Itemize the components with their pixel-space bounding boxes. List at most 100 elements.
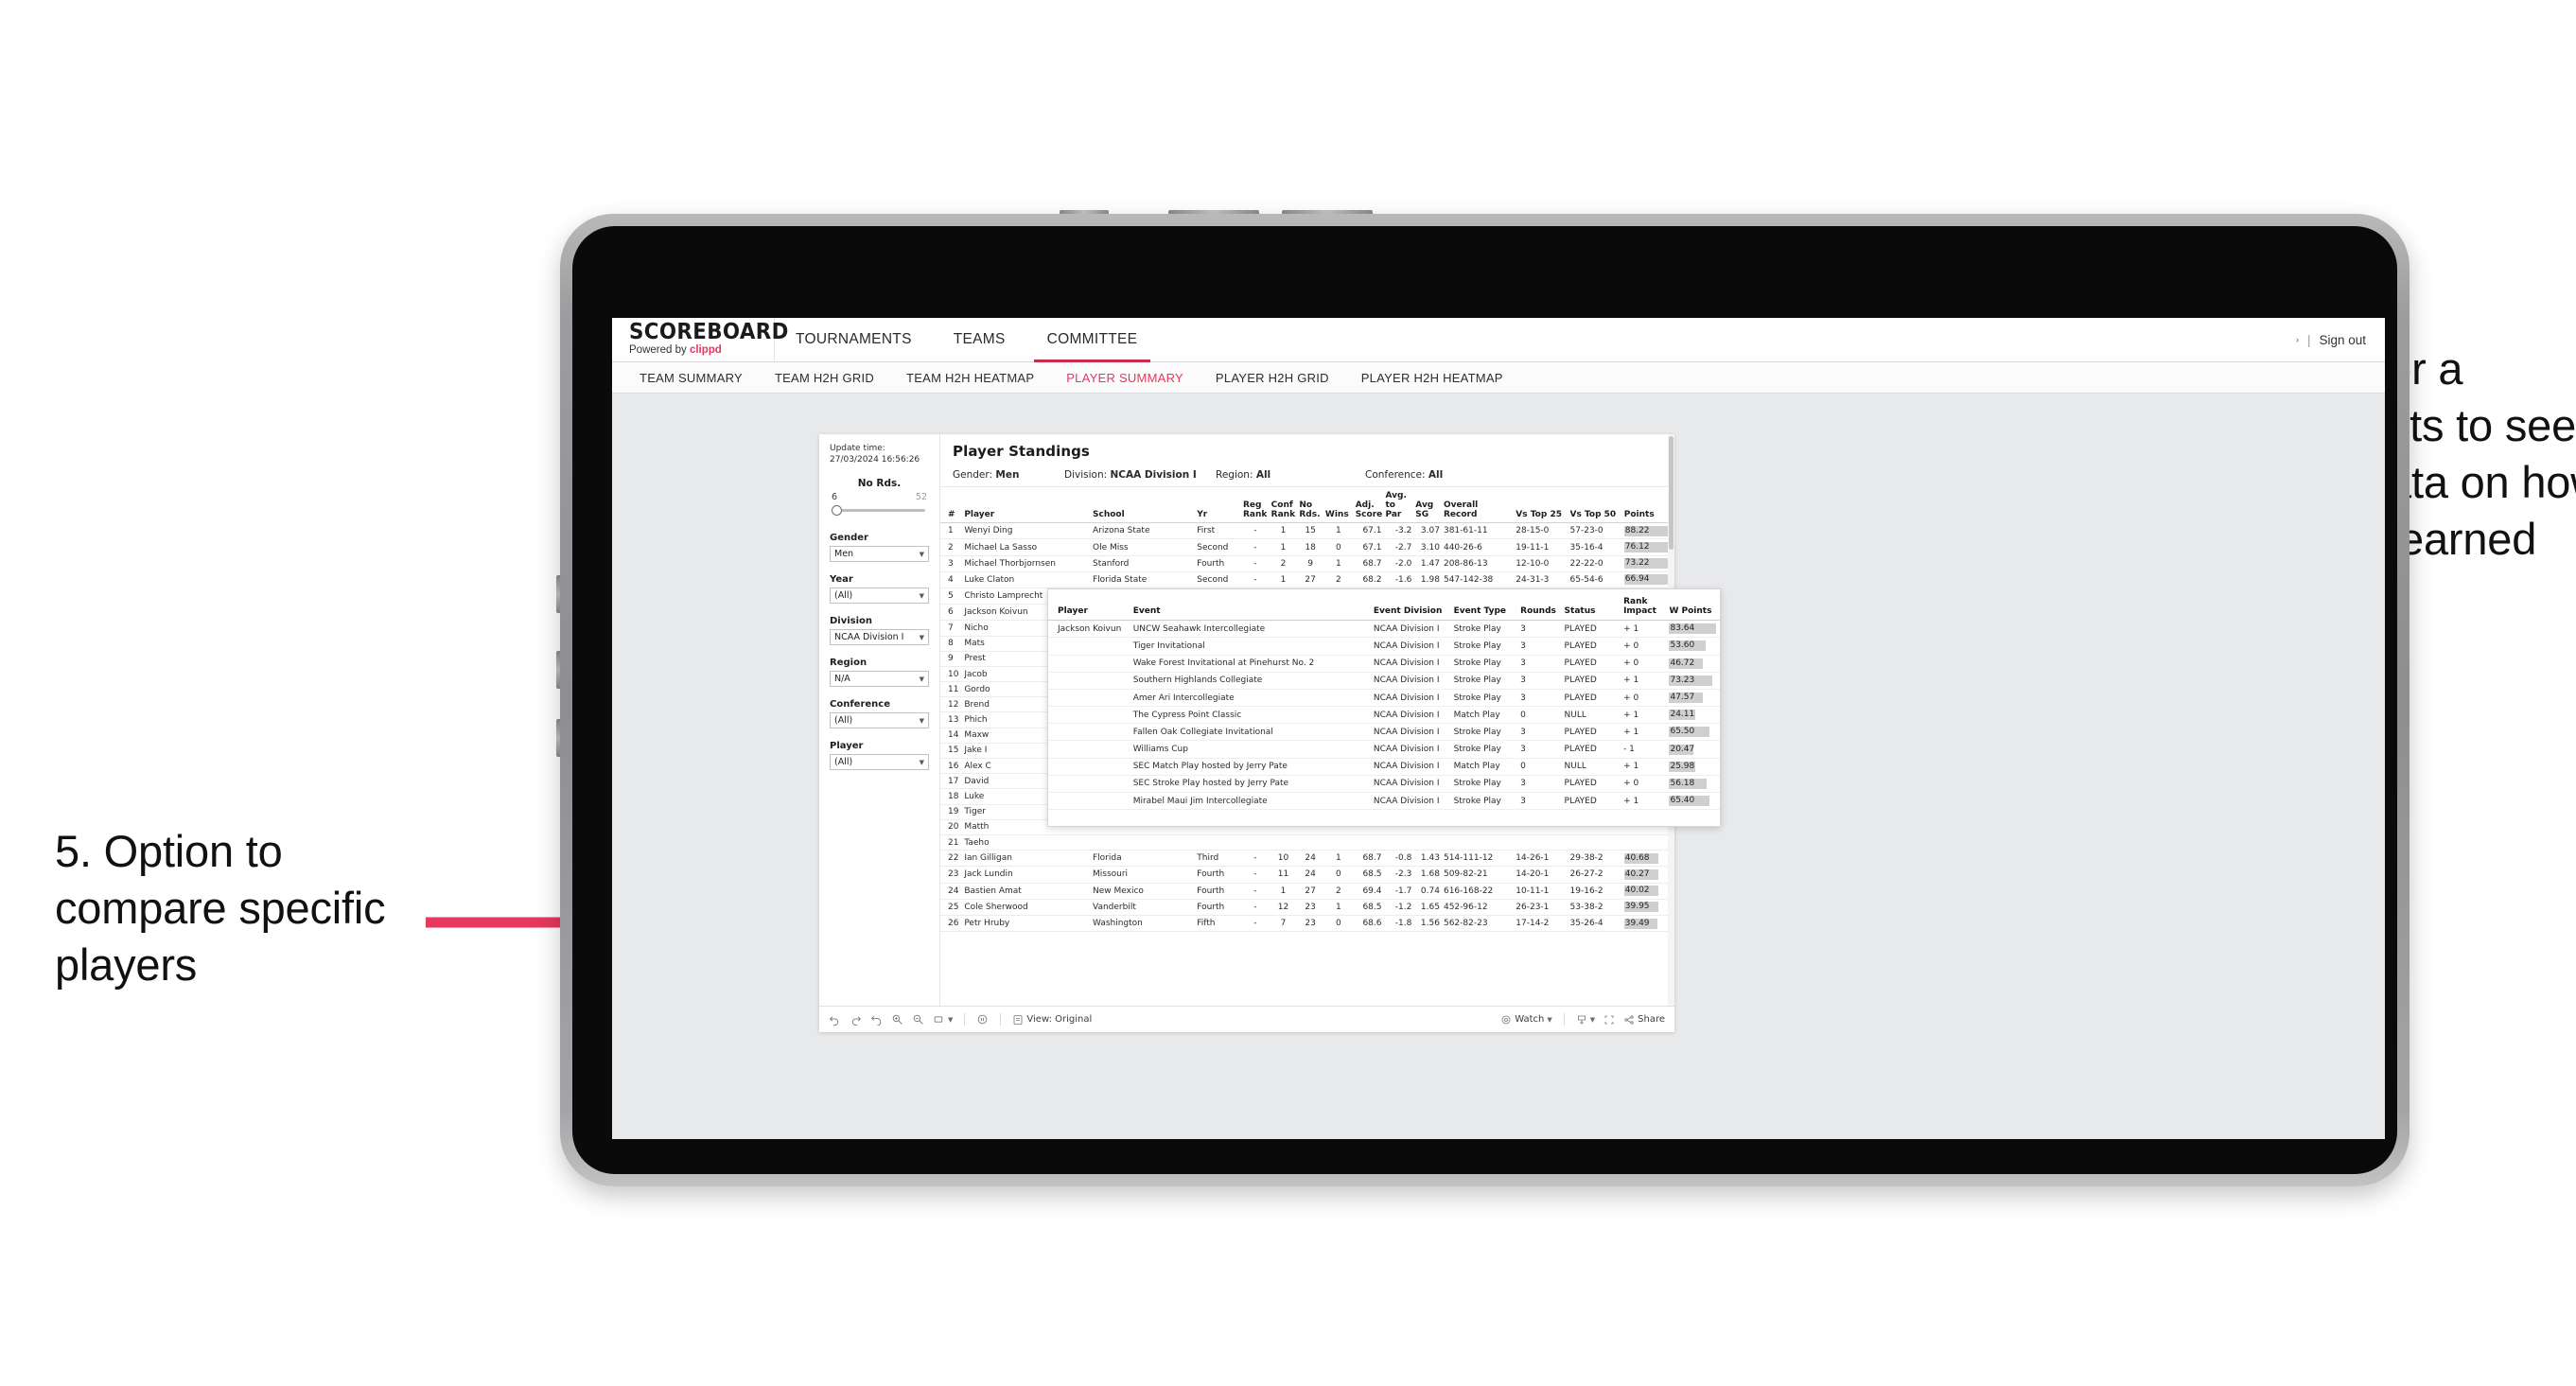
table-row[interactable]: 22 Ian Gilligan Florida Third -10 24 1 68.7 -0.8…: [940, 850, 1674, 868]
cell-points[interactable]: 88.22: [1621, 522, 1674, 540]
filter-year-label: Year: [830, 574, 853, 586]
tt-cell-status: PLAYED: [1561, 689, 1621, 708]
tt-th-event-type: Event Type: [1450, 589, 1518, 622]
th-rank[interactable]: #: [940, 487, 963, 524]
table-row[interactable]: 23 Jack Lundin Missouri Fourth -11 24 0 68.5 -2.…: [940, 866, 1674, 884]
points-value: 40.27: [1624, 868, 1650, 879]
undo-icon[interactable]: [829, 1013, 841, 1026]
brand-logo[interactable]: SCOREBOARD Powered by clippd: [612, 318, 788, 361]
table-row[interactable]: 4 Luke Claton Florida State Second -1 27 2 68.2…: [940, 571, 1674, 588]
cell-points[interactable]: 40.02: [1621, 883, 1674, 900]
share-button[interactable]: Share: [1623, 1014, 1665, 1026]
filter-conference[interactable]: Conference (All) ▼: [830, 699, 929, 729]
w-points-bar-wrap: 20.47: [1669, 744, 1712, 755]
table-row[interactable]: 1 Wenyi Ding Arizona State First -1 15 1 67.1 -3…: [940, 522, 1674, 540]
tt-cell-w-points: 46.72: [1666, 655, 1720, 673]
th-reg-rank[interactable]: Reg Rank: [1241, 487, 1270, 524]
pause-refresh-icon[interactable]: [976, 1013, 989, 1026]
zoom-out-icon[interactable]: [912, 1013, 924, 1026]
cell-points[interactable]: 73.22: [1621, 555, 1674, 572]
th-school[interactable]: School: [1091, 487, 1196, 524]
filter-division[interactable]: Division NCAA Division I ▼: [830, 616, 929, 646]
tt-cell-rounds: 3: [1517, 620, 1562, 639]
w-points-value: 25.98: [1670, 761, 1695, 771]
no-rounds-slider[interactable]: No Rds. 6 52: [830, 478, 929, 517]
nav-item-tournaments[interactable]: TOURNAMENTS: [775, 318, 933, 361]
w-points-bar-wrap: 65.50: [1669, 727, 1712, 738]
filter-year[interactable]: Year (All) ▼: [830, 574, 929, 605]
th-player[interactable]: Player: [962, 487, 1091, 524]
tab-team-summary[interactable]: TEAM SUMMARY: [623, 371, 759, 385]
tab-player-summary[interactable]: PLAYER SUMMARY: [1050, 371, 1200, 385]
th-wins[interactable]: Wins: [1323, 487, 1354, 524]
table-row[interactable]: 26 Petr Hruby Washington Fifth -7 23 0 68.6 -1.8…: [940, 915, 1674, 933]
slider-handle[interactable]: [832, 505, 842, 517]
table-row[interactable]: 3 Michael Thorbjornsen Stanford Fourth -2 9 1 6…: [940, 555, 1674, 572]
table-row[interactable]: 24 Bastien Amat New Mexico Fourth -1 27 2 69.4-…: [940, 883, 1674, 900]
cell-points[interactable]: 66.94: [1621, 571, 1674, 588]
tt-cell-rounds: 3: [1517, 723, 1562, 742]
cell-school: Florida: [1091, 850, 1196, 868]
tab-player-h2h-grid[interactable]: PLAYER H2H GRID: [1200, 371, 1345, 385]
cell-points[interactable]: 76.12: [1621, 538, 1674, 556]
scrollbar-thumb[interactable]: [1669, 436, 1674, 550]
pan-tool-icon[interactable]: ▼: [933, 1013, 953, 1026]
th-yr[interactable]: Yr: [1195, 487, 1241, 524]
tab-player-h2h-heatmap[interactable]: PLAYER H2H HEATMAP: [1345, 371, 1519, 385]
table-row[interactable]: 25 Cole Sherwood Vanderbilt Fourth -12 23 1 68.…: [940, 899, 1674, 916]
th-avg-sg[interactable]: Avg SG: [1413, 487, 1442, 524]
filter-region-select[interactable]: N/A ▼: [830, 671, 929, 688]
tab-team-h2h-heatmap[interactable]: TEAM H2H HEATMAP: [890, 371, 1050, 385]
cell-rank: 3: [940, 555, 963, 572]
slide-canvas: 4. Hover over a player’s points to see a…: [0, 0, 2576, 1386]
tab-team-h2h-grid[interactable]: TEAM H2H GRID: [759, 371, 890, 385]
cell-rank: 13: [940, 711, 963, 728]
cell-yr: Fourth: [1195, 899, 1241, 916]
th-adj-score[interactable]: Adj. Score: [1353, 487, 1384, 524]
cell-points[interactable]: [1621, 834, 1674, 851]
tt-cell-status: PLAYED: [1561, 620, 1621, 639]
th-points[interactable]: Points: [1621, 487, 1674, 524]
filter-player-select[interactable]: (All) ▼: [830, 754, 929, 771]
filter-year-select[interactable]: (All) ▼: [830, 588, 929, 605]
th-conf-rank[interactable]: Conf Rank: [1269, 487, 1298, 524]
cell-wins: 0: [1323, 538, 1354, 556]
cell-no-rds: 15: [1297, 522, 1323, 540]
watch-button[interactable]: Watch ▼: [1500, 1014, 1552, 1026]
cell-player: Ian Gilligan: [962, 850, 1091, 868]
th-vs-top-50[interactable]: Vs Top 50: [1568, 487, 1622, 524]
th-overall-record[interactable]: Overall Record: [1441, 487, 1515, 524]
chevron-right-icon[interactable]: ›: [2296, 335, 2299, 344]
th-vs-top-25[interactable]: Vs Top 25: [1514, 487, 1568, 524]
cell-points[interactable]: 39.95: [1621, 899, 1674, 916]
revert-icon[interactable]: [870, 1013, 883, 1026]
slider-track[interactable]: [830, 504, 929, 517]
cell-conf-rank: 11: [1269, 866, 1298, 884]
cell-points[interactable]: 39.49: [1621, 915, 1674, 933]
filter-region[interactable]: Region N/A ▼: [830, 658, 929, 688]
table-row[interactable]: 2 Michael La Sasso Ole Miss Second -1 18 0 67.1…: [940, 538, 1674, 556]
brand-powered-prefix: Powered by: [629, 344, 687, 357]
redo-icon[interactable]: [850, 1013, 862, 1026]
filter-gender[interactable]: Gender Men ▼: [830, 533, 929, 563]
download-icon[interactable]: ▼: [1576, 1014, 1595, 1026]
th-no-rds[interactable]: No Rds.: [1297, 487, 1323, 524]
cell-school: Ole Miss: [1091, 538, 1196, 556]
w-points-bar-wrap: 24.11: [1669, 710, 1712, 721]
nav-item-teams[interactable]: TEAMS: [933, 318, 1026, 361]
filter-player[interactable]: Player (All) ▼: [830, 741, 929, 771]
sign-out-button[interactable]: Sign out: [2319, 333, 2366, 347]
filter-gender-select[interactable]: Men ▼: [830, 546, 929, 563]
cell-avg-to-par: -3.2: [1383, 522, 1414, 540]
view-original-button[interactable]: View: Original: [1012, 1014, 1092, 1026]
cell-points[interactable]: 40.68: [1621, 850, 1674, 868]
th-avg-to-par[interactable]: Avg. to Par: [1383, 487, 1414, 524]
table-row[interactable]: 21 Taeho: [940, 834, 1674, 851]
cell-avg-sg: [1413, 834, 1442, 851]
zoom-in-icon[interactable]: [891, 1013, 903, 1026]
filter-conference-select[interactable]: (All) ▼: [830, 712, 929, 729]
cell-points[interactable]: 40.27: [1621, 866, 1674, 884]
nav-item-committee[interactable]: COMMITTEE: [1026, 318, 1159, 362]
fullscreen-icon[interactable]: [1603, 1014, 1615, 1026]
filter-division-select[interactable]: NCAA Division I ▼: [830, 629, 929, 646]
